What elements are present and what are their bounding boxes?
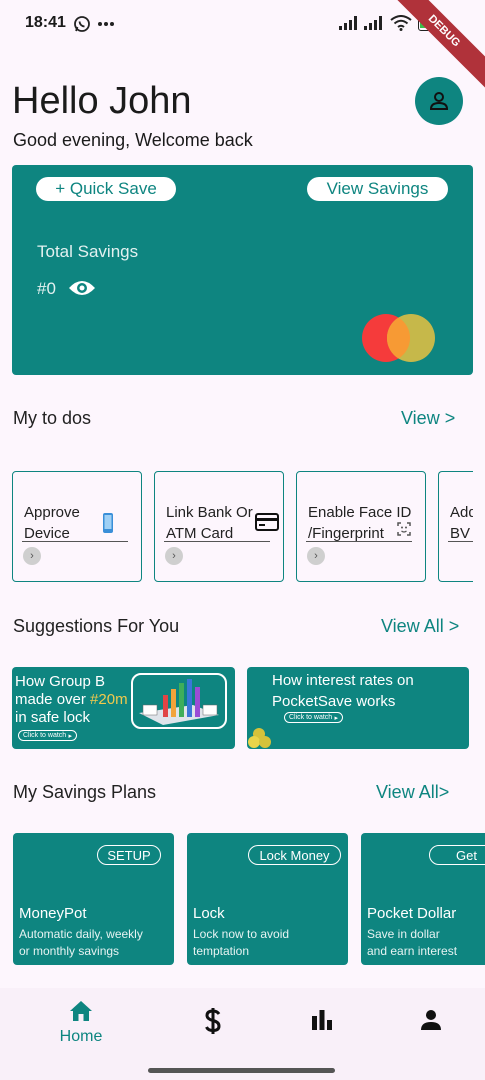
- quick-save-button[interactable]: + Quick Save: [36, 177, 176, 201]
- todos-view-link[interactable]: View >: [401, 408, 455, 429]
- savings-card: + Quick Save View Savings Total Savings …: [12, 165, 473, 375]
- chart-illustration-frame: [131, 673, 227, 729]
- wifi-icon: [390, 15, 412, 31]
- profile-button[interactable]: [415, 77, 463, 125]
- watch-label: Click to watch: [23, 732, 67, 739]
- face-scan-icon: [397, 522, 411, 536]
- plan-card-pocket-dollar[interactable]: Get Pocket Dollar Save in dollar and earn…: [361, 833, 485, 965]
- setup-button[interactable]: SETUP: [97, 845, 161, 865]
- suggestion-line1: How interest rates on: [272, 672, 414, 689]
- card-icon: [255, 513, 279, 531]
- plan-desc-line2: or monthly savings: [19, 944, 120, 958]
- person-icon: [421, 1010, 441, 1030]
- click-to-watch-button[interactable]: Click to watch ▸: [284, 712, 343, 723]
- nav-transactions[interactable]: [204, 1008, 222, 1034]
- suggestions-view-all-link[interactable]: View All >: [381, 616, 459, 637]
- nav-home[interactable]: Home: [55, 1000, 107, 1046]
- suggestion-line3: in safe lock: [15, 709, 91, 726]
- todo-line1: Enable Face ID: [308, 504, 412, 521]
- coins-icon: [248, 728, 271, 748]
- todo-card-add-bvn[interactable]: AddBV: [438, 471, 473, 582]
- todo-card-link-bank[interactable]: Link Bank Or ATM Card ›: [154, 471, 284, 582]
- signal-icon: [339, 16, 357, 30]
- todo-divider: [164, 541, 270, 542]
- mastercard-logo: [362, 314, 435, 362]
- suggestions-title: Suggestions For You: [13, 616, 180, 636]
- greeting-title: Hello John: [12, 80, 192, 122]
- status-time: 18:41: [25, 14, 66, 31]
- todo-line1: Approve: [24, 504, 80, 521]
- get-started-button[interactable]: Get: [429, 845, 485, 865]
- plan-card-moneypot[interactable]: SETUP MoneyPot Automatic daily, weekly or…: [13, 833, 174, 965]
- chevron-right-icon[interactable]: ›: [307, 547, 325, 565]
- nav-stats[interactable]: [311, 1010, 333, 1030]
- todo-divider: [306, 541, 412, 542]
- plan-name: Lock: [193, 905, 225, 922]
- more-icon: [98, 22, 114, 26]
- suggestion-line2: PocketSave works: [272, 693, 396, 710]
- view-savings-button[interactable]: View Savings: [307, 177, 448, 201]
- total-savings-label: Total Savings: [37, 242, 139, 261]
- plan-desc-line2: temptation: [193, 944, 250, 958]
- phone-icon: [103, 513, 113, 533]
- plan-desc-line1: Automatic daily, weekly: [19, 927, 143, 941]
- greeting-subtitle: Good evening, Welcome back: [13, 130, 253, 150]
- suggestion-card-interest-rates[interactable]: How interest rates on PocketSave works C…: [247, 667, 469, 749]
- todo-divider: [448, 541, 473, 542]
- signal-icon-2: [364, 16, 382, 30]
- lock-money-button[interactable]: Lock Money: [248, 845, 341, 865]
- suggestion-line2: made over: [15, 691, 91, 708]
- todo-card-face-id[interactable]: Enable Face ID/Fingerprint ›: [296, 471, 426, 582]
- plans-view-all-link[interactable]: View All>: [376, 782, 449, 803]
- todo-card-approve-device[interactable]: Approve Device ›: [12, 471, 142, 582]
- chevron-right-icon[interactable]: ›: [23, 547, 41, 565]
- bottom-navigation: Home: [0, 988, 485, 1080]
- chevron-right-icon[interactable]: ›: [165, 547, 183, 565]
- bar-chart-icon: [312, 1010, 332, 1030]
- todo-line1: Link Bank Or: [166, 504, 253, 521]
- click-to-watch-button[interactable]: Click to watch ▸: [18, 730, 77, 741]
- todo-line1: Add: [450, 504, 473, 521]
- plan-name: MoneyPot: [19, 905, 87, 922]
- plan-desc-line1: Save in dollar: [367, 927, 440, 941]
- todos-title: My to dos: [13, 408, 92, 428]
- dollar-icon: [205, 1008, 221, 1034]
- nav-home-label: Home: [59, 1028, 103, 1045]
- person-outline-icon: [429, 92, 449, 110]
- watch-label: Click to watch: [289, 714, 333, 721]
- whatsapp-icon: [74, 16, 90, 32]
- plan-name: Pocket Dollar: [367, 905, 457, 922]
- plan-desc-line1: Lock now to avoid: [193, 927, 290, 941]
- plan-desc-line2: and earn interest: [367, 944, 458, 958]
- eye-icon[interactable]: [68, 278, 96, 298]
- chart-illustration: [139, 679, 219, 725]
- plan-card-lock[interactable]: Lock Money Lock Lock now to avoid temptat…: [187, 833, 348, 965]
- gesture-home-bar[interactable]: [148, 1068, 335, 1073]
- todo-divider: [22, 541, 128, 542]
- suggestion-card-group-b[interactable]: How Group B made over #20m in safe lock …: [12, 667, 235, 749]
- suggestion-line1: How Group B: [15, 673, 106, 690]
- suggestion-highlight: #20m: [90, 691, 128, 708]
- status-bar: 18:41 50 DEBUG: [0, 0, 485, 92]
- total-savings-value: #0: [37, 279, 56, 298]
- plans-title: My Savings Plans: [13, 782, 157, 802]
- nav-profile[interactable]: [420, 1009, 442, 1031]
- home-icon: [70, 1001, 92, 1021]
